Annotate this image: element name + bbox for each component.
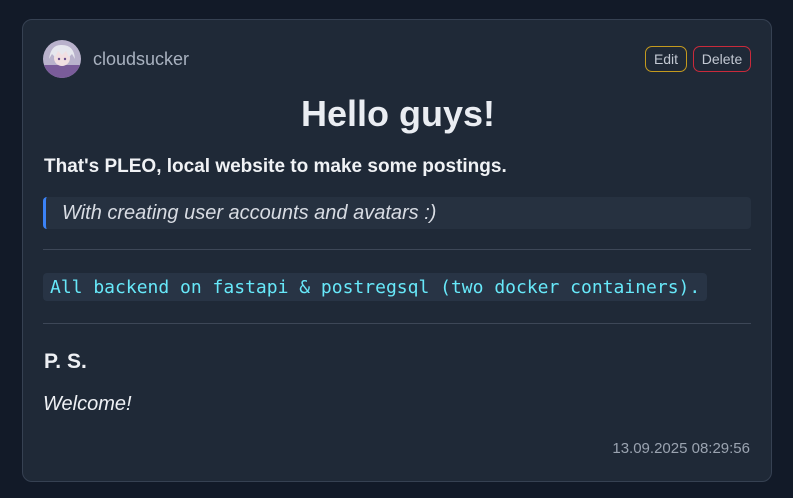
post-card: cloudsucker Edit Delete Hello guys! That… bbox=[22, 19, 772, 482]
closing-text: Welcome! bbox=[43, 393, 132, 415]
avatar-image bbox=[43, 40, 81, 78]
post-subtitle: That's PLEO, local website to make some … bbox=[44, 156, 507, 177]
divider bbox=[43, 323, 751, 324]
blockquote-text: With creating user accounts and avatars … bbox=[62, 201, 437, 224]
post-title: Hello guys! bbox=[300, 93, 496, 134]
post-blockquote: With creating user accounts and avatars … bbox=[43, 197, 751, 229]
avatar[interactable] bbox=[43, 40, 81, 78]
author-username[interactable]: cloudsucker bbox=[93, 49, 189, 70]
ps-heading: P. S. bbox=[44, 350, 87, 373]
edit-button[interactable]: Edit bbox=[645, 46, 687, 72]
delete-button[interactable]: Delete bbox=[693, 46, 751, 72]
inline-code: All backend on fastapi & postregsql (two… bbox=[43, 273, 708, 301]
divider bbox=[43, 249, 751, 250]
post-timestamp: 13.09.2025 08:29:56 bbox=[612, 440, 750, 457]
